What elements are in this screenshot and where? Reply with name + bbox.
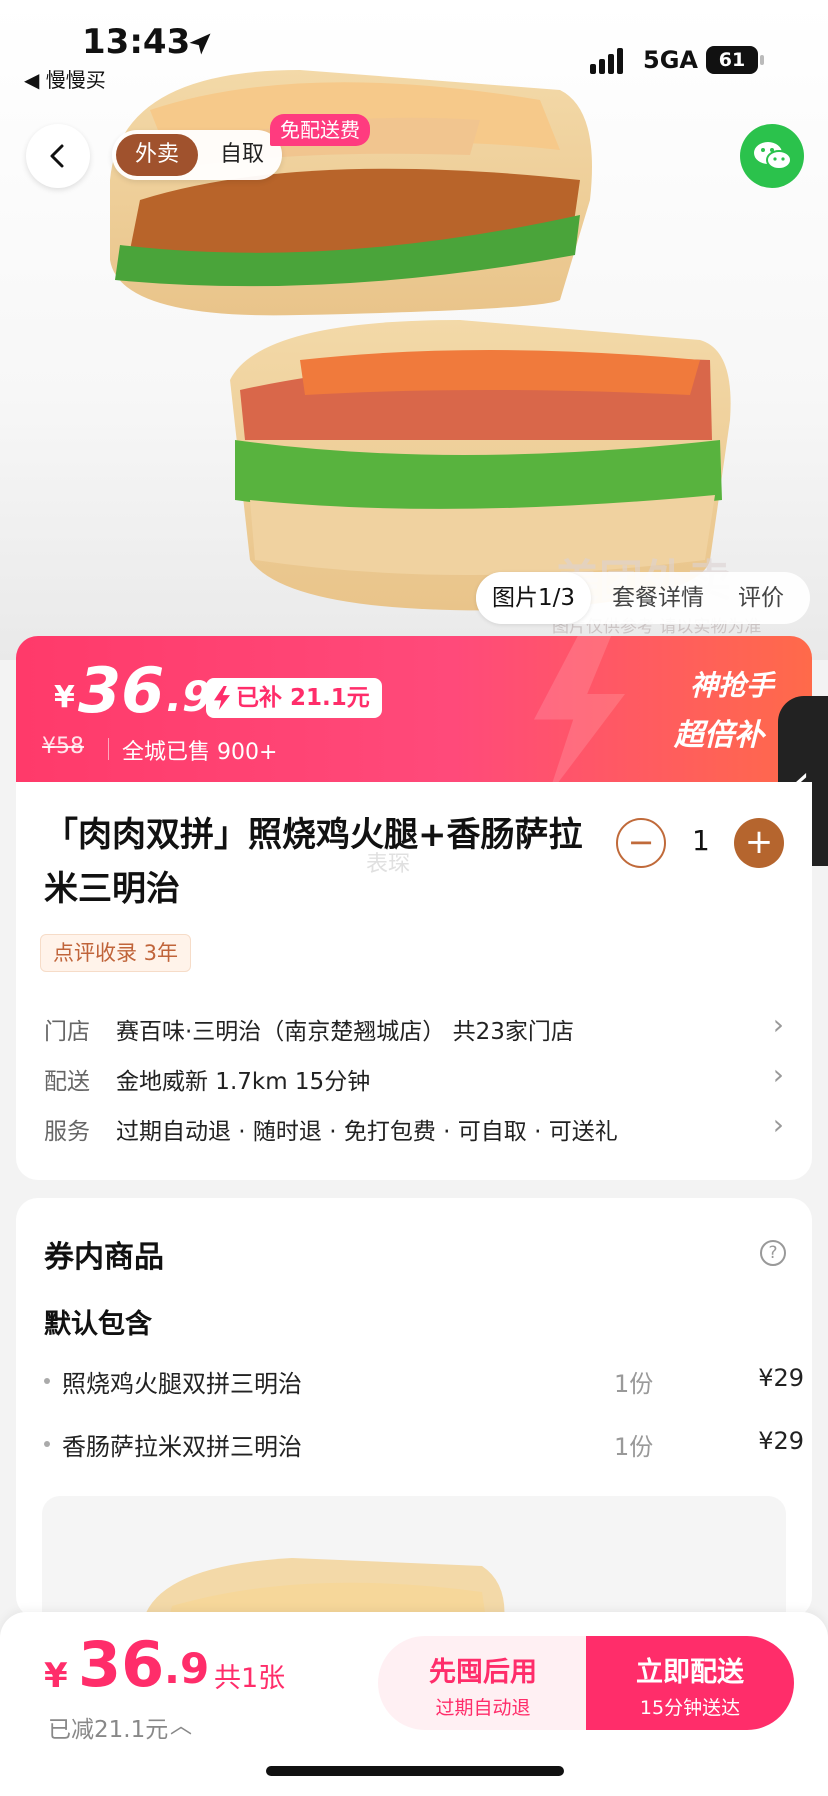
quantity-increase-button[interactable]: + [734, 818, 784, 868]
original-price: ¥58 [42, 734, 84, 759]
row-store-label: 门店 [44, 1019, 90, 1045]
deliver-now-button[interactable]: 立即配送 15分钟送达 [586, 1636, 794, 1730]
deliver-now-label: 立即配送 [636, 1657, 744, 1688]
signal-icon [590, 48, 623, 74]
chevron-right-icon: › [772, 1058, 784, 1091]
item-name: 照烧鸡火腿双拼三明治 [62, 1370, 302, 1398]
price-integer: 36 [78, 654, 165, 727]
lightning-icon [534, 636, 625, 782]
list-item: 香肠萨拉米双拼三明治 1份 ¥29 [44, 1423, 804, 1463]
default-included-label: 默认包含 [44, 1309, 152, 1340]
divider [108, 738, 109, 760]
row-service-label: 服务 [44, 1119, 90, 1145]
quantity-value: 1 [692, 824, 710, 857]
chevron-right-icon: › [772, 1008, 784, 1041]
location-arrow-icon [189, 33, 211, 55]
promo-title: 神抢手 [690, 669, 775, 702]
chevron-right-icon: › [772, 1108, 784, 1141]
coupon-title: 券内商品 [44, 1240, 164, 1275]
sandwich-thumbnail [144, 1558, 505, 1618]
battery-icon: 61 [706, 46, 764, 74]
tab-reviews[interactable]: 评价 [738, 572, 784, 624]
total-price-decimal: .9 [164, 1644, 210, 1693]
buy-now-use-later-button[interactable]: 先囤后用 过期自动退 [378, 1636, 588, 1730]
bottom-action-bar: ¥ 36 .9 共1张 已减21.1元 ︿ 先囤后用 过期自动退 立即配送 15… [0, 1612, 828, 1796]
product-info-card: 「肉肉双拼」照烧鸡火腿+香肠萨拉米三明治 表琛 − 1 + 点评收录 3年 门店… [16, 782, 812, 1180]
back-button[interactable] [26, 124, 90, 188]
item-price: ¥29 [758, 1364, 804, 1392]
free-delivery-badge: 免配送费 [270, 114, 370, 146]
network-type: 5GA [643, 46, 698, 74]
price-decimal: .9 [166, 672, 212, 721]
coupon-count: 共1张 [214, 1663, 286, 1694]
item-quantity: 1份 [614, 1433, 654, 1461]
item-image[interactable] [42, 1496, 786, 1618]
faint-watermark-text: 表琛 [366, 852, 411, 877]
item-name: 香肠萨拉米双拼三明治 [62, 1433, 302, 1461]
mode-pickup-tab[interactable]: 自取 [208, 134, 276, 176]
buy-later-sublabel: 过期自动退 [435, 1697, 531, 1719]
help-icon[interactable]: ? [760, 1240, 786, 1266]
back-to-app-link[interactable]: ◀ 慢慢买 [24, 64, 106, 93]
mode-delivery-tab[interactable]: 外卖 [116, 134, 198, 176]
wechat-share-button[interactable] [740, 124, 804, 188]
price-currency: ¥ [54, 680, 75, 715]
sold-count: 全城已售 900+ [122, 740, 278, 765]
row-delivery-label: 配送 [44, 1069, 90, 1095]
buy-later-label: 先囤后用 [429, 1657, 537, 1688]
review-listing-tag: 点评收录 3年 [40, 934, 192, 972]
status-bar: 13:43 ◀ 慢慢买 5GA 61 [0, 0, 828, 100]
row-delivery[interactable]: 配送 金地威新 1.7km 15分钟 › [44, 1058, 784, 1098]
bullet [44, 1441, 50, 1447]
status-time: 13:43 [82, 22, 191, 62]
list-item: 照烧鸡火腿双拼三明治 1份 ¥29 [44, 1360, 804, 1400]
quantity-decrease-button[interactable]: − [616, 818, 666, 868]
row-service[interactable]: 服务 过期自动退 · 随时退 · 免打包费 · 可自取 · 可送礼 › [44, 1108, 784, 1148]
row-delivery-value: 金地威新 1.7km 15分钟 [116, 1069, 371, 1095]
subsidy-badge: 已补 21.1元 [206, 678, 382, 718]
home-indicator[interactable] [266, 1766, 564, 1776]
bullet [44, 1378, 50, 1384]
chevron-left-icon [50, 144, 64, 168]
price-banner: ¥ 36 .9 已补 21.1元 ¥58 全城已售 900+ 神抢手 超倍补 [16, 636, 812, 782]
product-hero: 13:43 ◀ 慢慢买 5GA 61 外卖 自取 免配送费 美团外卖 图片仅供 [0, 0, 828, 660]
image-tabs: 图片1/3 套餐详情 评价 [476, 572, 810, 624]
row-store-value: 赛百味·三明治（南京楚翘城店） 共23家门店 [116, 1019, 574, 1045]
chevron-up-icon[interactable]: ︿ [170, 1708, 192, 1740]
discount-summary[interactable]: 已减21.1元 [48, 1710, 168, 1744]
wechat-icon [754, 142, 792, 170]
row-service-value: 过期自动退 · 随时退 · 免打包费 · 可自取 · 可送礼 [116, 1119, 618, 1145]
total-currency: ¥ [44, 1656, 68, 1696]
deliver-now-sublabel: 15分钟送达 [639, 1697, 741, 1719]
product-title: 「肉肉双拼」照烧鸡火腿+香肠萨拉米三明治 [44, 815, 583, 909]
fulfillment-mode-toggle: 外卖 自取 [112, 130, 282, 180]
coupon-contents-card: 券内商品 ? 默认包含 照烧鸡火腿双拼三明治 1份 ¥29 香肠萨拉米双拼三明治… [16, 1198, 812, 1618]
promo-subtitle: 超倍补 [674, 718, 764, 753]
item-price: ¥29 [758, 1427, 804, 1455]
tab-package-details[interactable]: 套餐详情 [612, 572, 704, 624]
row-store[interactable]: 门店 赛百味·三明治（南京楚翘城店） 共23家门店 › [44, 1008, 784, 1048]
total-price-integer: 36 [78, 1628, 165, 1701]
item-quantity: 1份 [614, 1370, 654, 1398]
tab-images[interactable]: 图片1/3 [476, 572, 592, 624]
